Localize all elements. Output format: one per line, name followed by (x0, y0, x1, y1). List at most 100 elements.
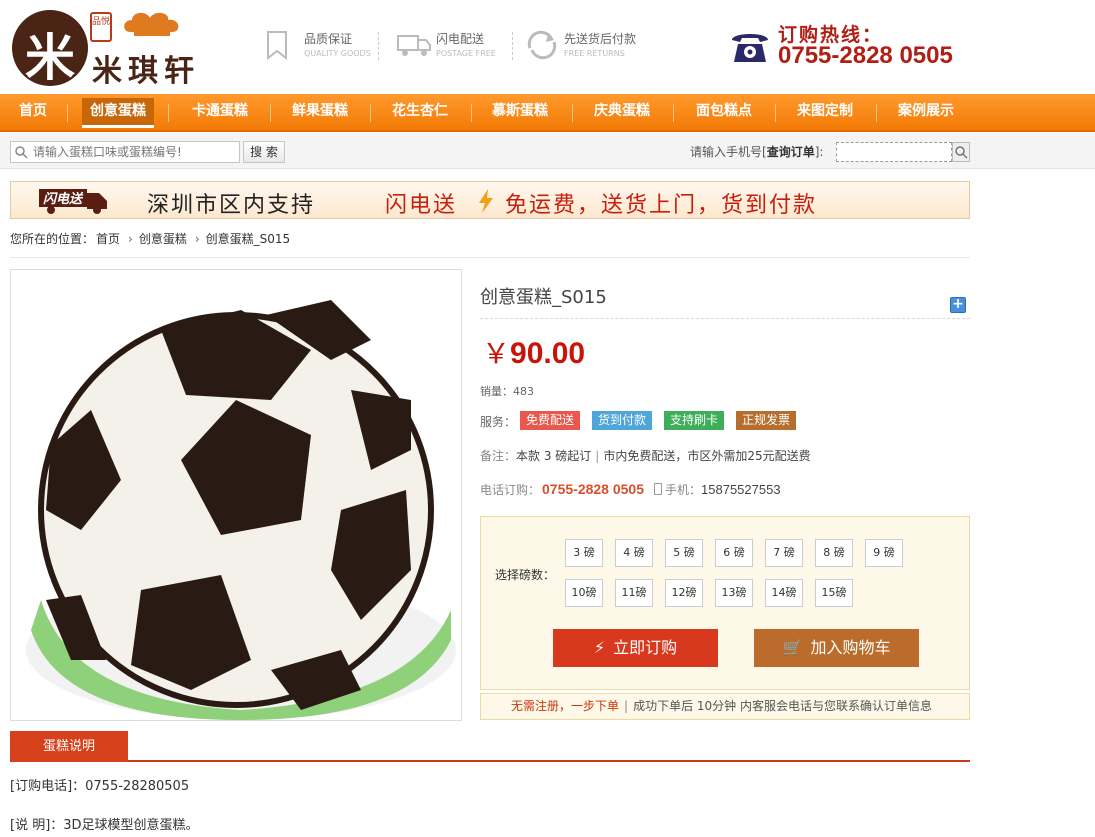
service-tag: 支持刷卡 (664, 411, 725, 430)
weight-option[interactable]: 11磅 (615, 579, 653, 607)
nav-divider (876, 104, 877, 122)
nav-label: 鲜果蛋糕 (292, 103, 348, 119)
chef-hat-icon (124, 12, 179, 36)
feature-subtitle: FREE RETURNS (564, 49, 625, 58)
tip-text: 成功下单后 10分钟 内客服会电话与您联系确认订单信息 (633, 699, 932, 713)
weight-label: 选择磅数： (495, 568, 556, 582)
plus-icon[interactable]: + (950, 297, 966, 313)
nav-divider (471, 104, 472, 122)
telephone-icon (732, 34, 768, 62)
mobile-icon (654, 483, 663, 495)
search-icon (955, 146, 968, 159)
description-line: [订购电话]：0755-28280505 (10, 779, 190, 794)
weight-option[interactable]: 3 磅 (565, 539, 603, 567)
nav-item-custom-order[interactable]: 来图定制 (781, 94, 869, 130)
feature-title: 品质保证 (304, 32, 353, 46)
nav-item-creative-cake[interactable]: 创意蛋糕 (77, 94, 159, 130)
nav-label: 来图定制 (797, 103, 853, 119)
divider (480, 318, 970, 319)
weight-option[interactable]: 15磅 (815, 579, 853, 607)
note-separator: | (595, 449, 600, 463)
service-tag: 免费配送 (520, 411, 581, 430)
logo-mark: 米 (12, 10, 88, 87)
product-image[interactable] (10, 269, 462, 721)
description-line: [说 明]：3D足球模型创意蛋糕。 (10, 818, 199, 833)
weight-option[interactable]: 14磅 (765, 579, 803, 607)
delivery-truck-icon: 闪电送 (39, 189, 107, 214)
query-label-prefix: 请输入手机号[ (690, 145, 767, 159)
note-label: 备注： (480, 449, 517, 463)
breadcrumb: 您所在的位置： 首页 › 创意蛋糕 › 创意蛋糕_S015 (10, 230, 970, 258)
nav-label: 案例展示 (898, 103, 954, 119)
promo-banner[interactable]: 闪电送 深圳市区内支持 闪电送 免运费，送货上门，货到付款 (10, 181, 970, 219)
search-bar: 搜 索 请输入手机号[查询订单]: (0, 133, 1095, 169)
search-input[interactable] (10, 141, 240, 163)
services-label: 服务： (480, 415, 517, 429)
hotline: 订购热线： 0755-2828 0505 (730, 18, 980, 74)
breadcrumb-link-home[interactable]: 首页 (96, 232, 120, 246)
logo-name: 米琪轩 (92, 54, 200, 89)
note-text: 市内免费配送，市区外需加25元配送费 (603, 449, 811, 463)
banner-text: 深圳市区内支持 (147, 193, 316, 218)
weight-option[interactable]: 6 磅 (715, 539, 753, 567)
tip-highlight: 无需注册，一步下单 (511, 699, 620, 713)
breadcrumb-separator: › (194, 232, 200, 246)
feature-title: 闪电配送 (436, 32, 485, 46)
weight-option[interactable]: 8 磅 (815, 539, 853, 567)
banner-badge: 闪电送 (43, 191, 84, 207)
query-label-bold: 查询订单 (766, 145, 815, 159)
bookmark-icon (267, 31, 287, 60)
order-query-label: 请输入手机号[查询订单]: (690, 143, 823, 160)
sales-label: 销量： (480, 385, 513, 398)
weight-option[interactable]: 7 磅 (765, 539, 803, 567)
query-label-suffix: ]: (814, 145, 824, 159)
phone-order: 电话订购： 0755-2828 0505 手机：15875527553 (480, 481, 781, 498)
nav-item-home[interactable]: 首页 (10, 94, 56, 130)
nav-divider (168, 104, 169, 122)
nav-divider (673, 104, 674, 122)
main-nav: 首页 创意蛋糕 卡通蛋糕 鲜果蛋糕 花生杏仁 慕斯蛋糕 庆典蛋糕 面包糕点 来图… (0, 94, 1095, 132)
weight-option[interactable]: 13磅 (715, 579, 753, 607)
mobile-number: 15875527553 (701, 482, 781, 497)
buy-now-label: 立即订购 (613, 638, 678, 657)
weight-option[interactable]: 4 磅 (615, 539, 653, 567)
nav-item-bread-pastry[interactable]: 面包糕点 (680, 94, 768, 130)
return-icon (527, 30, 557, 60)
site-logo[interactable]: 米 品悦 米琪轩 (12, 6, 217, 89)
nav-item-celebration-cake[interactable]: 庆典蛋糕 (578, 94, 666, 130)
search-button[interactable]: 搜 索 (243, 141, 285, 163)
buy-now-button[interactable]: ⚡ 立即订购 (553, 629, 718, 667)
sales-value: 483 (513, 385, 534, 398)
price-value: 90.00 (510, 337, 586, 370)
weight-option[interactable]: 5 磅 (665, 539, 703, 567)
add-to-cart-button[interactable]: 🛒 加入购物车 (754, 629, 919, 667)
nav-item-cartoon-cake[interactable]: 卡通蛋糕 (176, 94, 264, 130)
nav-item-mousse-cake[interactable]: 慕斯蛋糕 (476, 94, 564, 130)
cart-icon: 🛒 (782, 638, 803, 657)
order-note: 备注：本款 3 磅起订 | 市内免费配送，市区外需加25元配送费 (480, 447, 811, 464)
banner-highlight: 闪电送 (385, 193, 458, 218)
note-text: 本款 3 磅起订 (516, 449, 592, 463)
nav-label: 首页 (19, 103, 47, 119)
product-title: 创意蛋糕_S015 (480, 287, 607, 308)
weight-option[interactable]: 9 磅 (865, 539, 903, 567)
nav-item-fruit-cake[interactable]: 鲜果蛋糕 (276, 94, 364, 130)
soccer-ball-cake-image (26, 300, 456, 720)
service-tag: 货到付款 (592, 411, 653, 430)
nav-item-peanut-almond[interactable]: 花生杏仁 (376, 94, 464, 130)
weight-selector: 选择磅数： 3 磅 4 磅 5 磅 6 磅 7 磅 8 磅 9 磅 10磅 11… (480, 516, 970, 690)
mobile-label: 手机： (665, 483, 702, 497)
description-tabs: 蛋糕说明 (10, 731, 970, 762)
nav-divider (370, 104, 371, 122)
weight-option[interactable]: 12磅 (665, 579, 703, 607)
order-phone-input[interactable] (836, 142, 952, 162)
weight-option[interactable]: 10磅 (565, 579, 603, 607)
nav-item-cases[interactable]: 案例展示 (882, 94, 970, 130)
breadcrumb-link-category[interactable]: 创意蛋糕 (139, 232, 187, 246)
breadcrumb-prefix: 您所在的位置： (10, 232, 95, 246)
order-query-button[interactable] (952, 142, 970, 162)
truck-icon (397, 35, 431, 56)
tab-cake-description[interactable]: 蛋糕说明 (10, 731, 128, 762)
nav-label: 慕斯蛋糕 (492, 103, 548, 119)
price-currency: ￥ (482, 337, 511, 370)
